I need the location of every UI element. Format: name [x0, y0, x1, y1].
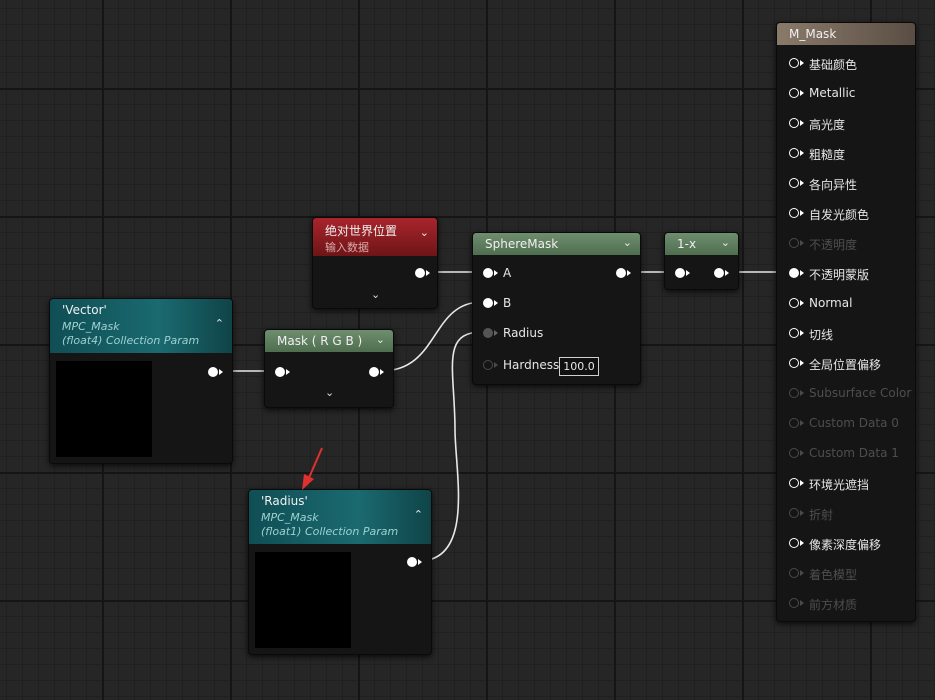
spheremask-label-b: B	[503, 296, 512, 310]
material-pin-14[interactable]	[789, 478, 804, 488]
material-pin-17[interactable]	[789, 568, 804, 578]
world-position-header[interactable]: 绝对世界位置 输入数据 ⌄	[313, 218, 437, 256]
world-position-output-pin[interactable]	[415, 268, 430, 278]
material-pin-8[interactable]	[789, 298, 804, 308]
vector-param-node[interactable]: 'Vector' MPC_Mask (float4) Collection Pa…	[49, 298, 233, 464]
material-pin-label: Metallic	[809, 86, 856, 100]
material-pin-10[interactable]	[789, 358, 804, 368]
spheremask-label-hardness: Hardness	[503, 358, 560, 372]
material-pin-label: Subsurface Color	[809, 386, 912, 400]
chevron-down-icon[interactable]: ⌄	[376, 333, 385, 346]
material-pin-label: Custom Data 1	[809, 446, 899, 460]
material-pin-label: 基础颜色	[809, 58, 858, 72]
chevron-down-icon[interactable]: ⌄	[420, 226, 429, 239]
mask-rgb-node[interactable]: Mask ( R G B ) ⌄ ⌄	[264, 329, 394, 408]
radius-param-preview	[255, 552, 351, 648]
spheremask-pin-b[interactable]	[483, 298, 498, 308]
radius-param-type: (float1) Collection Param	[261, 525, 399, 538]
material-pin-2[interactable]	[789, 118, 804, 128]
material-pin-label: 像素深度偏移	[809, 538, 882, 552]
material-pin-label: 折射	[809, 508, 834, 522]
material-pin-6[interactable]	[789, 238, 804, 248]
annotation-arrow-icon	[302, 447, 323, 490]
vector-param-title: 'Vector'	[62, 303, 107, 317]
oneminus-output-pin[interactable]	[714, 268, 729, 278]
material-pin-label: 切线	[809, 328, 834, 342]
world-position-title: 绝对世界位置	[325, 224, 398, 238]
radius-param-title: 'Radius'	[261, 494, 308, 508]
material-pin-7[interactable]	[789, 268, 804, 278]
radius-param-output-pin[interactable]	[407, 557, 422, 567]
material-pin-label: 各向异性	[809, 178, 858, 192]
world-position-node[interactable]: 绝对世界位置 输入数据 ⌄ ⌄	[312, 217, 438, 309]
vector-param-preview	[56, 361, 152, 457]
spheremask-pin-radius[interactable]	[483, 328, 498, 338]
material-pin-18[interactable]	[789, 598, 804, 608]
expand-chevron-icon[interactable]: ⌄	[371, 288, 380, 301]
spheremask-label-radius: Radius	[503, 326, 544, 340]
vector-param-type: (float4) Collection Param	[62, 334, 200, 347]
mask-rgb-title: Mask ( R G B )	[277, 334, 363, 348]
chevron-down-icon[interactable]: ⌄	[623, 236, 632, 249]
material-pin-15[interactable]	[789, 508, 804, 518]
spheremask-title: SphereMask	[485, 237, 559, 251]
material-pin-label: 不透明蒙版	[809, 268, 870, 282]
material-pin-label: 着色模型	[809, 568, 858, 582]
hardness-value-field[interactable]: 100.0	[559, 357, 599, 376]
material-output-node[interactable]: M_Mask 基础颜色 Metallic 高光度粗糙度各向异性自发光颜色不透明度不透…	[776, 22, 916, 622]
spheremask-label-a: A	[503, 266, 512, 280]
material-graph-canvas[interactable]: 绝对世界位置 输入数据 ⌄ ⌄ 'Vector' MPC_Mask (float…	[0, 0, 935, 700]
material-pin-4[interactable]	[789, 178, 804, 188]
material-pin-label: 环境光遮挡	[809, 478, 870, 492]
oneminus-node[interactable]: 1-x ⌄	[664, 232, 739, 290]
oneminus-title: 1-x	[677, 237, 697, 251]
material-pin-5[interactable]	[789, 208, 804, 218]
material-pin-0[interactable]	[789, 58, 804, 68]
material-pin-label: Normal	[809, 296, 853, 310]
expand-chevron-icon[interactable]: ⌄	[325, 386, 334, 399]
material-pin-label: Custom Data 0	[809, 416, 899, 430]
material-pin-12[interactable]	[789, 418, 804, 428]
spheremask-node[interactable]: SphereMask ⌄ A B Radius Hardness 100.0	[472, 232, 641, 385]
material-output-title: M_Mask	[789, 27, 837, 41]
chevron-up-icon[interactable]: ⌃	[215, 317, 224, 330]
material-pin-3[interactable]	[789, 148, 804, 158]
material-pin-1[interactable]	[789, 88, 804, 98]
mask-input-pin[interactable]	[275, 367, 290, 377]
radius-param-header[interactable]: 'Radius' MPC_Mask (float1) Collection Pa…	[249, 490, 431, 544]
material-pin-label: 前方材质	[809, 598, 858, 612]
world-position-subtitle: 输入数据	[325, 241, 369, 254]
spheremask-pin-hardness[interactable]	[483, 360, 498, 370]
mask-output-pin[interactable]	[369, 367, 384, 377]
chevron-up-icon[interactable]: ⌃	[414, 508, 423, 521]
material-output-header[interactable]: M_Mask	[777, 23, 915, 45]
material-pin-13[interactable]	[789, 448, 804, 458]
spheremask-output-pin[interactable]	[616, 268, 631, 278]
material-pin-label: 粗糙度	[809, 148, 846, 162]
mask-rgb-header[interactable]: Mask ( R G B ) ⌄	[265, 330, 393, 352]
material-pin-label: 不透明度	[809, 238, 858, 252]
material-pin-label: 全局位置偏移	[809, 358, 882, 372]
oneminus-input-pin[interactable]	[675, 268, 690, 278]
spheremask-pin-a[interactable]	[483, 268, 498, 278]
wire-mask-to-sphere-b	[380, 301, 483, 372]
spheremask-header[interactable]: SphereMask ⌄	[473, 233, 640, 255]
material-pin-9[interactable]	[789, 328, 804, 338]
vector-param-header[interactable]: 'Vector' MPC_Mask (float4) Collection Pa…	[50, 299, 232, 353]
oneminus-header[interactable]: 1-x ⌄	[665, 233, 738, 255]
material-pin-11[interactable]	[789, 388, 804, 398]
material-pin-16[interactable]	[789, 538, 804, 548]
radius-param-node[interactable]: 'Radius' MPC_Mask (float1) Collection Pa…	[248, 489, 432, 655]
material-pin-label: 自发光颜色	[809, 208, 870, 222]
material-pin-label: 高光度	[809, 118, 846, 132]
radius-param-collection: MPC_Mask	[261, 511, 319, 524]
vector-param-collection: MPC_Mask	[62, 320, 120, 333]
chevron-down-icon[interactable]: ⌄	[721, 236, 730, 249]
vector-param-output-pin[interactable]	[208, 367, 223, 377]
